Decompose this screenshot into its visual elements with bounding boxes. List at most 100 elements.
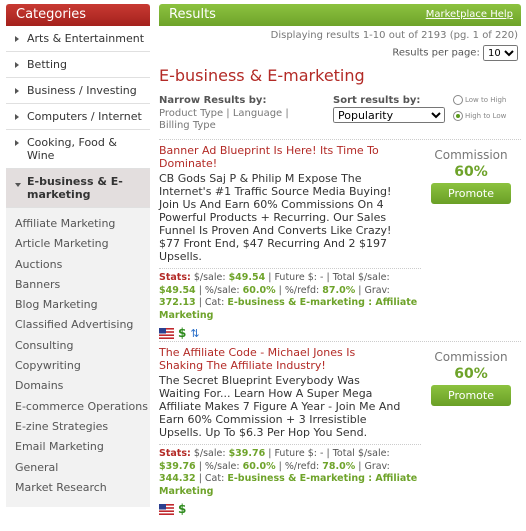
future-value: -	[320, 448, 324, 459]
commission-box: Commission 60% Promote	[431, 350, 511, 406]
recurring-billing-icon: ⇅	[190, 327, 200, 340]
listing: Banner Ad Blueprint Is Here! Its Time To…	[159, 139, 521, 339]
us-flag-icon	[159, 504, 174, 515]
category-label: Arts & Entertainment	[27, 32, 145, 45]
results-per-page-select[interactable]: 10	[483, 45, 518, 61]
marketplace-help-link[interactable]: Marketplace Help	[426, 4, 513, 26]
cat-value[interactable]: E-business & E-marketing : Affiliate Mar…	[159, 297, 417, 321]
results-header: Results Marketplace Help	[159, 4, 521, 26]
category-computers-internet[interactable]: Computers / Internet	[6, 104, 150, 130]
listing-description: CB Gods Saj P & Philip M Expose The Inte…	[159, 172, 392, 263]
subcategory-banners[interactable]: Banners	[6, 275, 150, 295]
filter-bar: Narrow Results by: Product Type | Langua…	[159, 95, 521, 135]
chevron-right-icon	[15, 140, 19, 146]
category-label: E-business & E-marketing	[27, 175, 123, 201]
category-betting[interactable]: Betting	[6, 52, 150, 78]
pct-refd-label: %/refd:	[284, 284, 320, 296]
grav-value: 372.13	[159, 297, 196, 308]
category-label: Betting	[27, 58, 67, 71]
commission-label: Commission	[434, 350, 508, 364]
future-label: Future $:	[274, 448, 318, 459]
subcategory-market-research[interactable]: Market Research	[6, 478, 150, 498]
results-title: Results	[169, 7, 216, 22]
subcategory-blog-marketing[interactable]: Blog Marketing	[6, 295, 150, 315]
subcategory-ezine-strategies[interactable]: E-zine Strategies	[6, 417, 150, 437]
categories-panel: Categories Arts & Entertainment Betting …	[6, 4, 150, 507]
promote-button[interactable]: Promote	[431, 385, 511, 406]
filter-billing-type-link[interactable]: Billing Type	[159, 120, 216, 131]
subcategory-article-marketing[interactable]: Article Marketing	[6, 234, 150, 254]
us-flag-icon	[159, 328, 174, 339]
subcategory-affiliate-marketing[interactable]: Affiliate Marketing	[6, 214, 150, 234]
subcategory-copywriting[interactable]: Copywriting	[6, 356, 150, 376]
pct-sale-value: 60.0%	[242, 460, 276, 472]
pct-refd-label: %/refd:	[284, 460, 320, 472]
subcategory-domains[interactable]: Domains	[6, 376, 150, 396]
grav-label: Grav:	[364, 460, 390, 472]
results-panel: Results Marketplace Help Displaying resu…	[159, 4, 521, 531]
listing-stats: Stats: $/sale: $49.54 | Future $: - | To…	[159, 268, 421, 322]
commission-box: Commission 60% Promote	[431, 148, 511, 204]
subcategory-list: Affiliate Marketing Article Marketing Au…	[6, 208, 150, 499]
listing-icons: $ ⇅	[159, 327, 521, 340]
sort-label: Sort results by:	[333, 95, 421, 106]
listing-title-link[interactable]: Banner Ad Blueprint Is Here! Its Time To…	[159, 144, 399, 170]
radio-button-selected[interactable]	[453, 111, 463, 121]
total-label: Total $/sale:	[332, 448, 390, 459]
cat-label: Cat:	[204, 297, 225, 308]
cat-value[interactable]: E-business & E-marketing : Affiliate Mar…	[159, 473, 417, 497]
listing-title-link[interactable]: The Affiliate Code - Michael Jones Is Sh…	[159, 346, 399, 372]
chevron-right-icon	[15, 62, 19, 68]
sort-order-low[interactable]: Low to High	[453, 92, 506, 108]
chevron-right-icon	[15, 36, 19, 42]
sort-low-label: Low to High	[465, 96, 507, 104]
narrow-results-links: Product Type | Language | Billing Type	[159, 108, 289, 131]
category-cooking-food-wine[interactable]: Cooking, Food & Wine	[6, 130, 150, 169]
category-label: Cooking, Food & Wine	[27, 136, 117, 162]
results-per-page-label: Results per page:	[392, 47, 480, 59]
listing-description: The Secret Blueprint Everybody Was Waiti…	[159, 374, 401, 439]
radio-button[interactable]	[453, 95, 463, 105]
chevron-right-icon	[15, 88, 19, 94]
subcategory-email-marketing[interactable]: Email Marketing	[6, 437, 150, 457]
subcategory-general[interactable]: General	[6, 458, 150, 478]
sort-order: Low to High High to Low	[453, 92, 506, 124]
pct-sale-label: %/sale:	[204, 460, 240, 472]
subcategory-classified-advertising[interactable]: Classified Advertising	[6, 315, 150, 335]
pct-sale-value: 60.0%	[242, 284, 276, 296]
sort-order-high[interactable]: High to Low	[453, 108, 506, 124]
promote-button[interactable]: Promote	[431, 183, 511, 204]
total-label: Total $/sale:	[332, 272, 390, 283]
grav-value: 344.32	[159, 473, 196, 484]
commission-percent: 60%	[454, 164, 488, 180]
category-business-investing[interactable]: Business / Investing	[6, 78, 150, 104]
filter-product-type-link[interactable]: Product Type	[159, 108, 223, 119]
sale-label: $/sale:	[193, 448, 226, 459]
pct-refd-value: 87.0%	[322, 284, 356, 296]
future-label: Future $:	[274, 272, 318, 283]
subcategory-consulting[interactable]: Consulting	[6, 336, 150, 356]
subcategory-auctions[interactable]: Auctions	[6, 255, 150, 275]
category-label: Business / Investing	[27, 84, 137, 97]
categories-header: Categories	[6, 4, 150, 26]
cat-label: Cat:	[204, 473, 225, 484]
stats-label: Stats:	[159, 272, 191, 283]
sort-box: Sort results by: Popularity	[333, 95, 445, 123]
subcategory-ecommerce-operations[interactable]: E-commerce Operations	[6, 397, 150, 417]
sort-select[interactable]: Popularity	[333, 107, 445, 123]
results-per-page: Results per page: 10	[159, 45, 521, 61]
commission-percent: 60%	[454, 366, 488, 382]
grav-label: Grav:	[364, 284, 390, 296]
listing: The Affiliate Code - Michael Jones Is Sh…	[159, 341, 521, 531]
listing-icons: $	[159, 502, 521, 516]
total-value: $49.54	[159, 284, 196, 296]
dollar-icon: $	[178, 502, 187, 516]
category-ebusiness-emarketing[interactable]: E-business & E-marketing	[6, 169, 150, 208]
category-arts-entertainment[interactable]: Arts & Entertainment	[6, 26, 150, 52]
category-label: Computers / Internet	[27, 110, 142, 123]
filter-language-link[interactable]: Language	[233, 108, 282, 119]
sale-value: $39.76	[228, 448, 266, 459]
chevron-down-icon	[15, 183, 21, 187]
sale-value: $49.54	[228, 272, 266, 283]
future-value: -	[320, 272, 324, 283]
